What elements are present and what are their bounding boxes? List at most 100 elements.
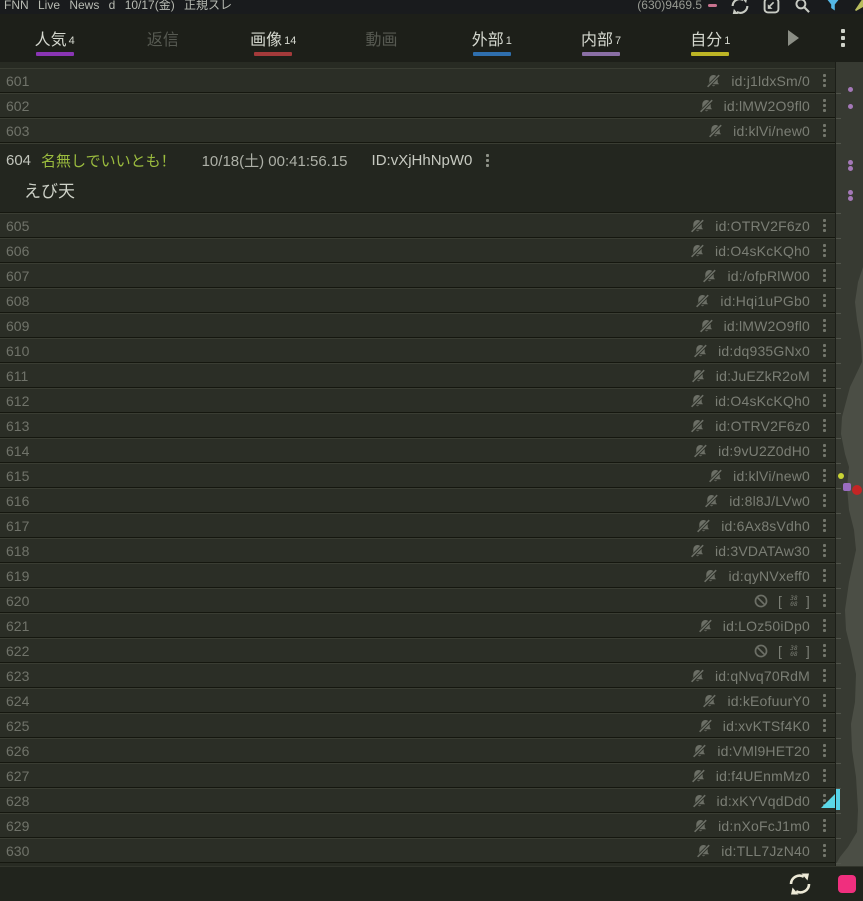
dot-marker: [848, 104, 853, 109]
list-item[interactable]: 625 id:xvKTSf4K0: [0, 713, 836, 738]
expanded-post[interactable]: 604 名無しでいいとも！ 10/18(土) 00:41:56.15 ID:vX…: [0, 143, 836, 213]
list-item[interactable]: 605 id:OTRV2F6z0: [0, 213, 836, 238]
refresh-icon[interactable]: [731, 0, 749, 14]
muted-bell-icon: [692, 343, 709, 359]
kebab-menu-icon[interactable]: [819, 292, 830, 309]
pencil-icon[interactable]: [855, 0, 863, 12]
muted-bell-icon: [690, 368, 707, 384]
kebab-menu-icon[interactable]: [819, 817, 830, 834]
list-item[interactable]: 613 id:OTRV2F6z0: [0, 413, 836, 438]
kebab-menu-icon[interactable]: [819, 342, 830, 359]
kebab-menu-icon[interactable]: [819, 97, 830, 114]
muted-bell-icon: [701, 268, 718, 284]
list-item[interactable]: 610 id:dq935GNx0: [0, 338, 836, 363]
list-item[interactable]: 603 id:klVi/new0: [0, 118, 836, 143]
tab-外部[interactable]: 外部 1: [437, 14, 546, 62]
kebab-menu-icon[interactable]: [819, 242, 830, 259]
list-item[interactable]: 606 id:O4sKcKQh0: [0, 238, 836, 263]
tab-画像[interactable]: 画像 14: [219, 14, 328, 62]
poster-id: id:qyNVxeff0: [728, 568, 810, 584]
tab-overflow-arrow-icon[interactable]: [765, 14, 823, 62]
list-item[interactable]: 616 id:8l8J/LVw0: [0, 488, 836, 513]
kebab-menu-icon[interactable]: [819, 692, 830, 709]
kebab-menu-icon[interactable]: [819, 122, 830, 139]
list-item[interactable]: 609 id:lMW2O9fl0: [0, 313, 836, 338]
kebab-menu-icon[interactable]: [819, 567, 830, 584]
tab-内部[interactable]: 内部 7: [546, 14, 655, 62]
row-tick: [836, 538, 841, 539]
tab-人気[interactable]: 人気 4: [0, 14, 109, 62]
muted-bell-icon: [694, 293, 711, 309]
kebab-menu-icon[interactable]: [819, 717, 830, 734]
tab-count-badge: 14: [284, 35, 296, 47]
kebab-menu-icon[interactable]: [819, 542, 830, 559]
post-number: 630: [6, 843, 29, 859]
kebab-menu-icon[interactable]: [819, 417, 830, 434]
kebab-menu-icon[interactable]: [819, 842, 830, 859]
row-right: id:kEofuurY0: [701, 692, 830, 709]
list-item[interactable]: 630 id:TLL7JzN40: [0, 838, 836, 863]
list-item[interactable]: 619 id:qyNVxeff0: [0, 563, 836, 588]
list-item[interactable]: 626 id:VMl9HET20: [0, 738, 836, 763]
list-item[interactable]: 602 id:lMW2O9fl0: [0, 93, 836, 118]
filter-icon[interactable]: [825, 0, 841, 12]
list-item[interactable]: 621 id:LOz50iDp0: [0, 613, 836, 638]
row-right: id:JuEZkR2oM: [690, 367, 830, 384]
list-item[interactable]: 614 id:9vU2Z0dH0: [0, 438, 836, 463]
kebab-menu-icon[interactable]: [819, 517, 830, 534]
dot-marker: [848, 87, 853, 92]
row-right: id:9vU2Z0dH0: [692, 442, 830, 459]
kebab-menu-icon[interactable]: [819, 72, 830, 89]
poster-id: id:nXoFcJ1m0: [718, 818, 810, 834]
list-item[interactable]: 611 id:JuEZkR2oM: [0, 363, 836, 388]
list-item[interactable]: 629 id:nXoFcJ1m0: [0, 813, 836, 838]
kebab-menu-icon[interactable]: [819, 592, 830, 609]
tab-count-badge: 1: [724, 35, 730, 47]
search-icon[interactable]: [794, 0, 811, 14]
pink-action-button[interactable]: [838, 875, 856, 893]
post-header: 604 名無しでいいとも！ 10/18(土) 00:41:56.15 ID:vX…: [0, 144, 836, 171]
reload-icon[interactable]: [789, 873, 811, 895]
kebab-menu-icon[interactable]: [482, 152, 493, 169]
post-count-momentum: (630)9469.5: [637, 0, 702, 12]
kebab-menu-icon[interactable]: [819, 467, 830, 484]
row-tick: [836, 738, 841, 739]
scrollbar-minimap[interactable]: [835, 62, 863, 866]
list-item-abone[interactable]: 622 [ 3808 ]: [0, 638, 836, 663]
list-item[interactable]: 623 id:qNvq70RdM: [0, 663, 836, 688]
list-item[interactable]: 608 id:Hqi1uPGb0: [0, 288, 836, 313]
list-item[interactable]: 627 id:f4UEnmMz0: [0, 763, 836, 788]
kebab-menu-icon[interactable]: [819, 767, 830, 784]
kebab-menu-icon[interactable]: [819, 742, 830, 759]
tab-自分[interactable]: 自分 1: [656, 14, 765, 62]
muted-bell-icon: [698, 318, 715, 334]
list-item[interactable]: 612 id:O4sKcKQh0: [0, 388, 836, 413]
kebab-menu-icon[interactable]: [819, 642, 830, 659]
row-tick: [836, 213, 841, 214]
kebab-menu-icon[interactable]: [819, 617, 830, 634]
tab-動画[interactable]: 動画: [328, 14, 437, 62]
kebab-menu-icon[interactable]: [819, 492, 830, 509]
kebab-menu-icon[interactable]: [819, 317, 830, 334]
list-item[interactable]: 628 id:xKYVqdDd0: [0, 788, 836, 813]
kebab-menu-icon[interactable]: [819, 267, 830, 284]
yellow-dot-marker: [838, 473, 844, 479]
kebab-menu-icon[interactable]: [819, 667, 830, 684]
row-right: id:O4sKcKQh0: [689, 392, 830, 409]
export-icon[interactable]: [763, 0, 780, 14]
red-circle-marker: [852, 485, 862, 495]
list-item[interactable]: 601 id:j1ldxSm/0: [0, 68, 836, 93]
row-right: id:lMW2O9fl0: [698, 317, 830, 334]
list-item-abone[interactable]: 620 [ 3808 ]: [0, 588, 836, 613]
kebab-menu-icon[interactable]: [819, 217, 830, 234]
list-item[interactable]: 618 id:3VDATAw30: [0, 538, 836, 563]
tab-返信[interactable]: 返信: [109, 14, 218, 62]
kebab-menu-icon[interactable]: [819, 367, 830, 384]
list-item[interactable]: 624 id:kEofuurY0: [0, 688, 836, 713]
list-item[interactable]: 617 id:6Ax8sVdh0: [0, 513, 836, 538]
overflow-menu-icon[interactable]: [823, 14, 863, 62]
kebab-menu-icon[interactable]: [819, 392, 830, 409]
kebab-menu-icon[interactable]: [819, 442, 830, 459]
list-item[interactable]: 615 id:klVi/new0: [0, 463, 836, 488]
list-item[interactable]: 607 id:/ofpRlW00: [0, 263, 836, 288]
